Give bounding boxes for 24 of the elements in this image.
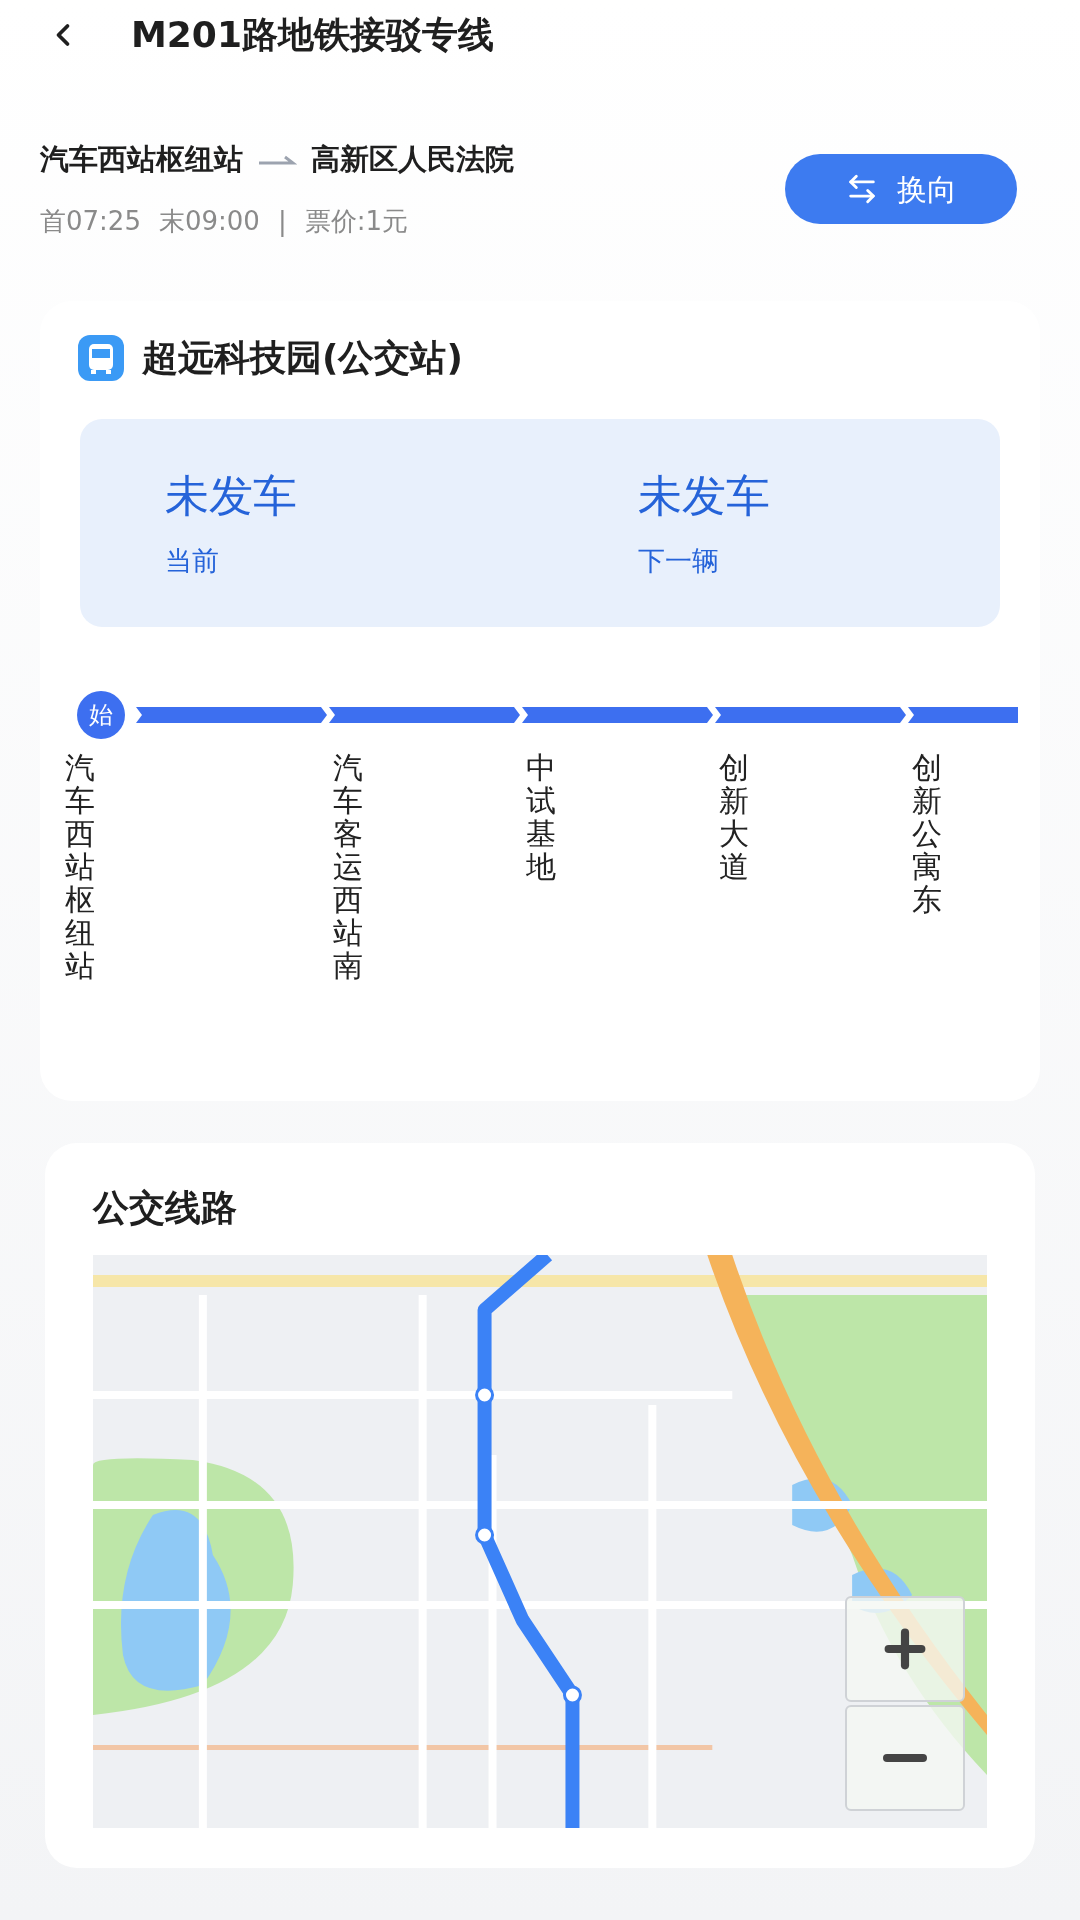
station-name[interactable]: 中试基地 [526,750,556,883]
section-title: 公交线路 [93,1185,238,1230]
arrival-label: 下一辆 [638,543,720,578]
destination-station: 高新区人民法院 [311,141,514,178]
arrival-status: 未发车 [165,468,298,523]
arrival-status: 未发车 [638,468,771,523]
zoom-out-button[interactable] [845,1704,965,1811]
last-bus-time: 末09:00 [158,204,260,238]
reverse-button[interactable]: 换向 [785,154,1017,225]
station-name[interactable]: 创新大道 [719,750,749,883]
zoom-in-button[interactable] [845,1595,965,1702]
first-bus-time: 首07:25 [40,204,141,238]
fare: 票价:1元 [304,204,408,238]
stop-name: 超远科技园(公交站) [142,335,463,380]
minus-icon [883,1753,927,1762]
arrival-label: 当前 [165,543,220,578]
origin-station: 汽车西站枢纽站 [40,141,243,178]
bus-icon [78,334,124,381]
station-name[interactable]: 创新公寓东 [912,750,942,916]
station-name[interactable]: 汽车客运西站南 [333,750,363,982]
start-badge: 始 [77,690,125,739]
page-title: M201路地铁接驳专线 [131,13,494,57]
separator: | [277,204,287,239]
station-name[interactable]: 汽车西站枢纽站 [65,750,95,982]
